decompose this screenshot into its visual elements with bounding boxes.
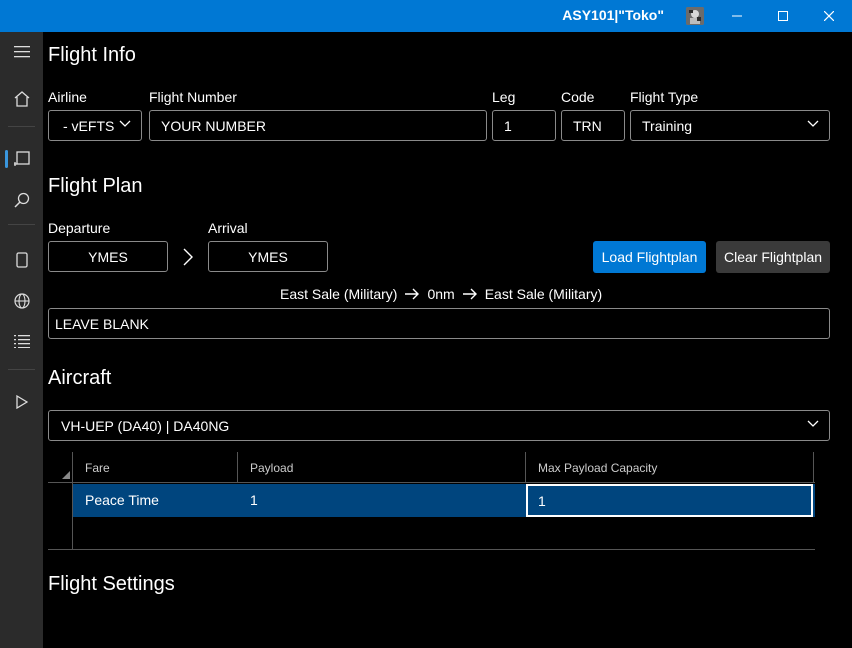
column-header-payload[interactable]: Payload bbox=[250, 461, 293, 475]
sidebar-item-flight-plan[interactable] bbox=[0, 141, 43, 177]
select-all-icon[interactable] bbox=[62, 471, 70, 479]
aircraft-select[interactable]: VH-UEP (DA40) | DA40NG bbox=[48, 410, 830, 441]
chevron-down-icon bbox=[119, 120, 131, 127]
flight-plan-title: Flight Plan bbox=[48, 175, 143, 197]
clear-flightplan-button[interactable]: Clear Flightplan bbox=[716, 241, 830, 273]
aircraft-title: Aircraft bbox=[48, 367, 112, 389]
sidebar-item-search[interactable] bbox=[0, 182, 43, 218]
arrival-label: Arrival bbox=[208, 220, 248, 236]
main-content: Flight Info Airline - vEFTS Flight Numbe… bbox=[43, 32, 852, 648]
leg-input[interactable]: 1 bbox=[492, 110, 556, 141]
flight-plan-icon bbox=[13, 151, 30, 166]
avatar[interactable] bbox=[686, 7, 704, 25]
flight-info-title: Flight Info bbox=[48, 44, 136, 66]
flight-type-value: Training bbox=[642, 117, 693, 134]
departure-label: Departure bbox=[48, 220, 111, 236]
sidebar-item-tablet[interactable] bbox=[0, 242, 43, 278]
payload-cell[interactable]: 1 bbox=[250, 492, 258, 508]
list-icon bbox=[13, 335, 30, 348]
hamburger-menu-icon bbox=[13, 46, 30, 58]
play-icon bbox=[15, 395, 28, 409]
close-icon bbox=[824, 11, 834, 21]
minimize-button[interactable] bbox=[714, 0, 760, 32]
flight-settings-title: Flight Settings bbox=[48, 573, 175, 595]
maximize-button[interactable] bbox=[760, 0, 806, 32]
airline-select[interactable]: - vEFTS bbox=[48, 110, 142, 141]
close-button[interactable] bbox=[806, 0, 852, 32]
code-input[interactable]: TRN bbox=[561, 110, 625, 141]
route-summary: East Sale (Military) 0nm East Sale (Mili… bbox=[280, 286, 602, 302]
maximize-icon bbox=[778, 11, 788, 21]
leg-label: Leg bbox=[492, 89, 516, 105]
globe-icon bbox=[13, 293, 30, 309]
code-value: TRN bbox=[573, 117, 602, 134]
aircraft-value: VH-UEP (DA40) | DA40NG bbox=[61, 417, 230, 434]
max-payload-cell[interactable]: 1 bbox=[526, 484, 813, 517]
arrival-input[interactable]: YMES bbox=[208, 241, 328, 272]
route-to: East Sale (Military) bbox=[484, 286, 603, 302]
arrow-right-icon bbox=[405, 288, 420, 300]
window-title: ASY101|"Toko" bbox=[562, 7, 664, 23]
departure-value: YMES bbox=[88, 248, 128, 265]
flight-type-label: Flight Type bbox=[630, 89, 699, 105]
sidebar-item-play[interactable] bbox=[0, 384, 43, 420]
chevron-right-icon bbox=[183, 248, 193, 266]
flight-type-select[interactable]: Training bbox=[630, 110, 830, 141]
route-distance: 0nm bbox=[427, 286, 455, 302]
leg-value: 1 bbox=[504, 117, 512, 134]
minimize-icon bbox=[732, 15, 742, 17]
arrow-right-icon bbox=[462, 288, 477, 300]
load-flightplan-button[interactable]: Load Flightplan bbox=[593, 241, 706, 273]
chevron-down-icon bbox=[807, 120, 819, 127]
arrival-value: YMES bbox=[248, 248, 288, 265]
sidebar-item-home[interactable] bbox=[0, 81, 43, 117]
home-icon bbox=[14, 91, 29, 107]
sidebar bbox=[0, 32, 43, 648]
flight-number-label: Flight Number bbox=[149, 89, 237, 105]
search-icon bbox=[13, 192, 29, 208]
column-header-max-payload[interactable]: Max Payload Capacity bbox=[538, 461, 657, 475]
route-value: LEAVE BLANK bbox=[55, 315, 149, 332]
hamburger-menu-button[interactable] bbox=[0, 34, 43, 70]
column-header-fare[interactable]: Fare bbox=[85, 461, 110, 475]
airline-value: - vEFTS bbox=[63, 117, 115, 134]
fare-cell[interactable]: Peace Time bbox=[85, 492, 159, 508]
route-input[interactable]: LEAVE BLANK bbox=[48, 308, 830, 339]
max-payload-value: 1 bbox=[538, 492, 546, 509]
departure-input[interactable]: YMES bbox=[48, 241, 168, 272]
table-header: Fare Payload Max Payload Capacity bbox=[48, 452, 815, 483]
tablet-icon bbox=[15, 252, 28, 268]
route-from: East Sale (Military) bbox=[280, 286, 398, 302]
code-label: Code bbox=[561, 89, 595, 105]
title-bar: ASY101|"Toko" bbox=[0, 0, 852, 32]
sidebar-item-list[interactable] bbox=[0, 323, 43, 359]
sidebar-item-globe[interactable] bbox=[0, 283, 43, 319]
flight-number-input[interactable]: YOUR NUMBER bbox=[149, 110, 487, 141]
fare-table: Fare Payload Max Payload Capacity Peace … bbox=[48, 452, 815, 550]
flight-number-value: YOUR NUMBER bbox=[161, 117, 267, 134]
chevron-down-icon bbox=[807, 420, 819, 427]
airline-label: Airline bbox=[48, 89, 87, 105]
